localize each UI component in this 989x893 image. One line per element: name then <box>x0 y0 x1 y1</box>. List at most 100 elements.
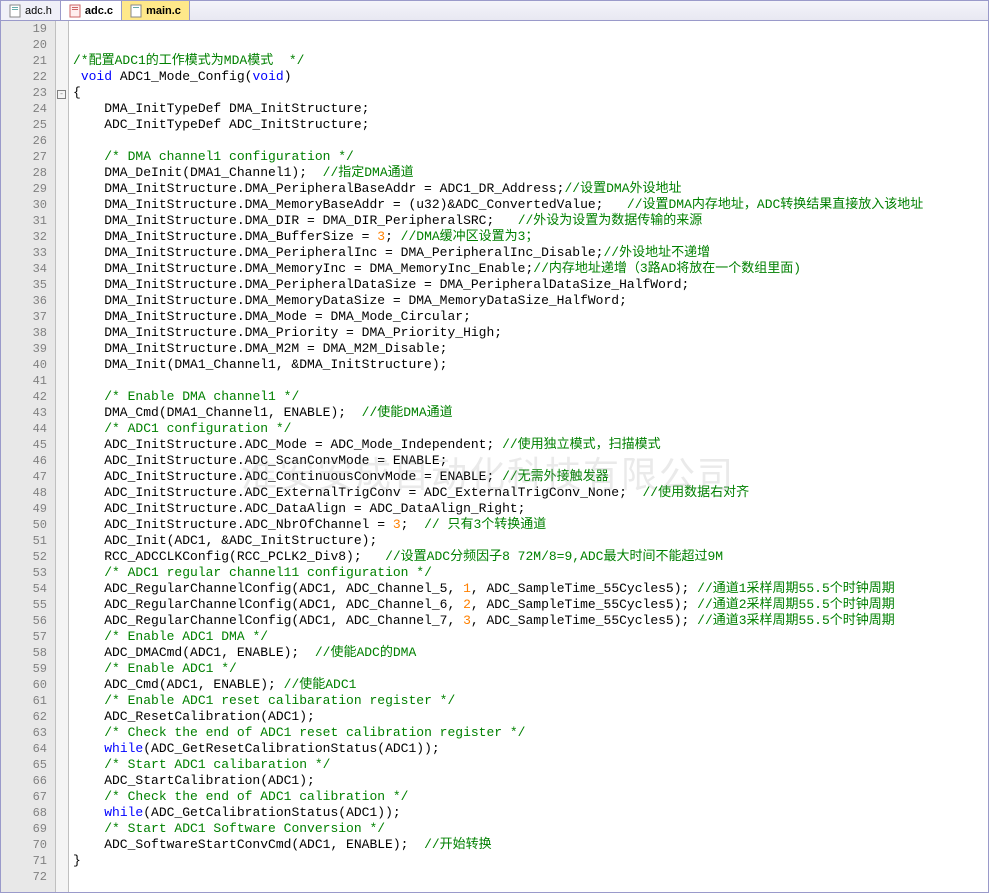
code-line[interactable]: DMA_InitStructure.DMA_M2M = DMA_M2M_Disa… <box>73 341 988 357</box>
code-line[interactable]: while(ADC_GetCalibrationStatus(ADC1)); <box>73 805 988 821</box>
code-line[interactable]: ADC_StartCalibration(ADC1); <box>73 773 988 789</box>
code-line[interactable]: DMA_InitStructure.DMA_PeripheralDataSize… <box>73 277 988 293</box>
line-number: 41 <box>1 373 47 389</box>
fold-gutter[interactable]: - <box>56 21 69 892</box>
code-line[interactable]: ADC_InitStructure.ADC_NbrOfChannel = 3; … <box>73 517 988 533</box>
code-editor[interactable]: /*配置ADC1的工作模式为MDA模式 */ void ADC1_Mode_Co… <box>69 21 988 892</box>
code-line[interactable] <box>73 373 988 389</box>
code-line[interactable]: /* DMA channel1 configuration */ <box>73 149 988 165</box>
fold-cell <box>56 725 68 741</box>
line-number: 39 <box>1 341 47 357</box>
code-line[interactable]: void ADC1_Mode_Config(void) <box>73 69 988 85</box>
code-line[interactable]: ADC_RegularChannelConfig(ADC1, ADC_Chann… <box>73 581 988 597</box>
fold-cell <box>56 117 68 133</box>
fold-cell <box>56 709 68 725</box>
fold-cell <box>56 821 68 837</box>
fold-toggle-icon[interactable]: - <box>57 90 66 99</box>
code-line[interactable]: /* Start ADC1 calibaration */ <box>73 757 988 773</box>
code-line[interactable]: ADC_RegularChannelConfig(ADC1, ADC_Chann… <box>73 613 988 629</box>
fold-cell <box>56 37 68 53</box>
line-number: 56 <box>1 613 47 629</box>
fold-cell <box>56 645 68 661</box>
code-line[interactable]: { <box>73 85 988 101</box>
fold-cell <box>56 869 68 885</box>
tab-adc-h[interactable]: adc.h <box>1 1 61 20</box>
code-line[interactable]: DMA_InitStructure.DMA_PeripheralBaseAddr… <box>73 181 988 197</box>
file-icon <box>69 4 81 18</box>
line-number: 62 <box>1 709 47 725</box>
code-line[interactable]: ADC_InitStructure.ADC_ScanConvMode = ENA… <box>73 453 988 469</box>
code-line[interactable]: DMA_InitStructure.DMA_DIR = DMA_DIR_Peri… <box>73 213 988 229</box>
code-line[interactable]: ADC_InitStructure.ADC_ContinuousConvMode… <box>73 469 988 485</box>
code-line[interactable]: /* Enable ADC1 reset calibaration regist… <box>73 693 988 709</box>
tab-main-c[interactable]: main.c <box>122 1 190 20</box>
fold-cell <box>56 453 68 469</box>
line-number: 38 <box>1 325 47 341</box>
code-line[interactable]: ADC_InitTypeDef ADC_InitStructure; <box>73 117 988 133</box>
code-line[interactable]: /* Check the end of ADC1 calibration */ <box>73 789 988 805</box>
fold-cell <box>56 437 68 453</box>
code-line[interactable]: /* ADC1 regular channel11 configuration … <box>73 565 988 581</box>
code-line[interactable]: /* Start ADC1 Software Conversion */ <box>73 821 988 837</box>
code-line[interactable]: } <box>73 853 988 869</box>
code-line[interactable]: ADC_SoftwareStartConvCmd(ADC1, ENABLE); … <box>73 837 988 853</box>
code-line[interactable] <box>73 869 988 885</box>
fold-cell: - <box>56 85 68 101</box>
code-line[interactable]: while(ADC_GetResetCalibrationStatus(ADC1… <box>73 741 988 757</box>
fold-cell <box>56 581 68 597</box>
code-line[interactable]: DMA_InitStructure.DMA_PeripheralInc = DM… <box>73 245 988 261</box>
line-number: 23 <box>1 85 47 101</box>
code-line[interactable]: ADC_ResetCalibration(ADC1); <box>73 709 988 725</box>
code-line[interactable]: /* ADC1 configuration */ <box>73 421 988 437</box>
line-number: 72 <box>1 869 47 885</box>
editor-area: 1920212223242526272829303132333435363738… <box>1 21 988 892</box>
code-line[interactable]: ADC_Init(ADC1, &ADC_InitStructure); <box>73 533 988 549</box>
line-number: 52 <box>1 549 47 565</box>
code-line[interactable]: /*配置ADC1的工作模式为MDA模式 */ <box>73 53 988 69</box>
code-line[interactable]: DMA_Init(DMA1_Channel1, &DMA_InitStructu… <box>73 357 988 373</box>
fold-cell <box>56 773 68 789</box>
line-number: 43 <box>1 405 47 421</box>
code-line[interactable]: RCC_ADCCLKConfig(RCC_PCLK2_Div8); //设置AD… <box>73 549 988 565</box>
tab-adc-c[interactable]: adc.c <box>61 1 122 20</box>
fold-cell <box>56 69 68 85</box>
code-line[interactable]: DMA_Cmd(DMA1_Channel1, ENABLE); //使能DMA通… <box>73 405 988 421</box>
line-number: 36 <box>1 293 47 309</box>
code-line[interactable]: ADC_Cmd(ADC1, ENABLE); //使能ADC1 <box>73 677 988 693</box>
code-line[interactable]: /* Check the end of ADC1 reset calibrati… <box>73 725 988 741</box>
line-number: 20 <box>1 37 47 53</box>
code-line[interactable] <box>73 37 988 53</box>
fold-cell <box>56 21 68 37</box>
fold-cell <box>56 325 68 341</box>
code-line[interactable]: DMA_InitStructure.DMA_MemoryBaseAddr = (… <box>73 197 988 213</box>
fold-cell <box>56 565 68 581</box>
code-line[interactable]: DMA_InitStructure.DMA_Priority = DMA_Pri… <box>73 325 988 341</box>
code-line[interactable]: /* Enable DMA channel1 */ <box>73 389 988 405</box>
code-line[interactable] <box>73 133 988 149</box>
line-number: 71 <box>1 853 47 869</box>
fold-cell <box>56 661 68 677</box>
code-line[interactable]: DMA_InitStructure.DMA_MemoryInc = DMA_Me… <box>73 261 988 277</box>
code-line[interactable] <box>73 21 988 37</box>
fold-cell <box>56 293 68 309</box>
code-line[interactable]: DMA_InitStructure.DMA_BufferSize = 3; //… <box>73 229 988 245</box>
line-number: 27 <box>1 149 47 165</box>
code-line[interactable]: ADC_RegularChannelConfig(ADC1, ADC_Chann… <box>73 597 988 613</box>
line-number: 67 <box>1 789 47 805</box>
code-line[interactable]: ADC_InitStructure.ADC_DataAlign = ADC_Da… <box>73 501 988 517</box>
code-line[interactable]: ADC_InitStructure.ADC_Mode = ADC_Mode_In… <box>73 437 988 453</box>
fold-cell <box>56 757 68 773</box>
fold-cell <box>56 213 68 229</box>
fold-cell <box>56 597 68 613</box>
code-line[interactable]: /* Enable ADC1 DMA */ <box>73 629 988 645</box>
fold-cell <box>56 837 68 853</box>
code-line[interactable]: ADC_DMACmd(ADC1, ENABLE); //使能ADC的DMA <box>73 645 988 661</box>
code-line[interactable]: ADC_InitStructure.ADC_ExternalTrigConv =… <box>73 485 988 501</box>
code-line[interactable]: DMA_InitStructure.DMA_Mode = DMA_Mode_Ci… <box>73 309 988 325</box>
line-number: 61 <box>1 693 47 709</box>
code-line[interactable]: DMA_InitTypeDef DMA_InitStructure; <box>73 101 988 117</box>
code-line[interactable]: /* Enable ADC1 */ <box>73 661 988 677</box>
code-line[interactable]: DMA_DeInit(DMA1_Channel1); //指定DMA通道 <box>73 165 988 181</box>
line-number: 37 <box>1 309 47 325</box>
code-line[interactable]: DMA_InitStructure.DMA_MemoryDataSize = D… <box>73 293 988 309</box>
